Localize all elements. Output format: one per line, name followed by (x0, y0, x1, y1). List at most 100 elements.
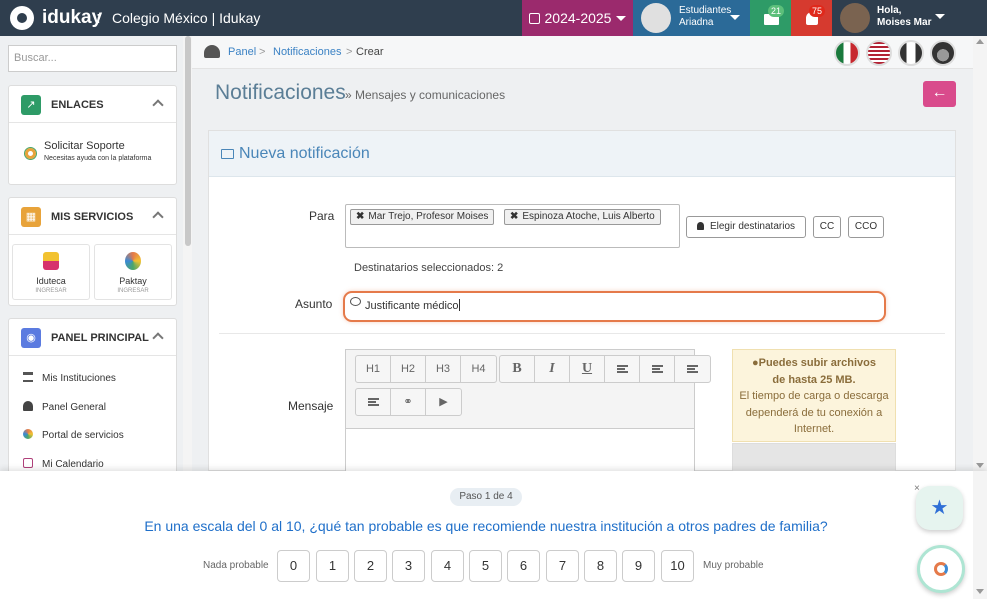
messages-button[interactable]: 21 (750, 0, 791, 36)
portal-icon (23, 429, 33, 439)
language-flag-icon[interactable] (898, 40, 924, 66)
info-text: El tiempo de carga o descarga dependerá … (739, 390, 889, 435)
calendar-icon (528, 12, 540, 24)
message-editor: H1 H2 H3 H4 B I U ⚭ ▶ (345, 349, 711, 473)
italic-button[interactable]: I (535, 356, 570, 382)
grid-icon: ▦ (21, 207, 41, 227)
breadcrumb-panel[interactable]: Panel (228, 46, 256, 58)
subject-input[interactable]: Justificante médico (343, 291, 886, 322)
h4-button[interactable]: H4 (461, 356, 496, 382)
subject-value: Justificante médico (365, 300, 459, 312)
scroll-down-icon[interactable] (976, 463, 984, 468)
subject-label: Asunto (295, 297, 333, 311)
school-name: Colegio México | Idukay (112, 10, 261, 26)
message-textarea[interactable] (346, 428, 694, 473)
align-left-button[interactable] (605, 356, 640, 382)
bold-button[interactable]: B (500, 356, 535, 382)
h3-button[interactable]: H3 (426, 356, 461, 382)
heading-toolbar-group: H1 H2 H3 H4 (355, 355, 497, 383)
video-button[interactable]: ▶ (426, 389, 461, 415)
chevron-down-icon (616, 15, 627, 21)
choose-recipients-button[interactable]: Elegir destinatarios (686, 216, 806, 238)
chevron-up-icon[interactable] (152, 332, 164, 344)
align-left-icon (616, 365, 628, 373)
support-link[interactable]: Solicitar Soporte Necesitas ayuda con la… (9, 134, 176, 168)
score-option-6[interactable]: 6 (507, 550, 540, 582)
h2-button[interactable]: H2 (391, 356, 426, 382)
align-center-icon (651, 365, 663, 373)
usa-flag-icon[interactable] (866, 40, 892, 66)
services-panel: ▦ MIS SERVICIOS Iduteca INGRESAR Paktay … (8, 197, 177, 306)
score-option-2[interactable]: 2 (354, 550, 387, 582)
cco-button[interactable]: CCO (848, 216, 884, 238)
recipients-field[interactable]: ✖ Mar Trejo, Profesor Moises ✖ Espinoza At… (345, 204, 680, 248)
service-iduteca[interactable]: Iduteca INGRESAR (12, 244, 90, 300)
language-globe-icon[interactable] (930, 40, 956, 66)
back-button[interactable]: ← (923, 81, 956, 107)
sidebar-item-mi-calendario[interactable]: Mi Calendario (23, 458, 104, 470)
brand-separator: : (96, 8, 101, 27)
service-name: Paktay (119, 276, 147, 286)
align-center-button[interactable] (640, 356, 675, 382)
service-paktay[interactable]: Paktay INGRESAR (94, 244, 172, 300)
main-panel-header[interactable]: ◉ PANEL PRINCIPAL (9, 319, 176, 356)
scroll-down-icon[interactable] (976, 589, 984, 594)
chevron-up-icon[interactable] (152, 99, 164, 111)
score-option-0[interactable]: 0 (277, 550, 310, 582)
remove-icon[interactable]: ✖ (356, 211, 364, 222)
links-panel-header[interactable]: ↗ ENLACES (9, 86, 176, 123)
favorites-fab-button[interactable]: ★ (916, 486, 963, 530)
scroll-up-icon[interactable] (976, 39, 984, 44)
mexico-flag-icon[interactable] (834, 40, 860, 66)
main-content: Panel > Notificaciones > Crear Notificac… (192, 36, 987, 473)
link-button[interactable]: ⚭ (391, 389, 426, 415)
idukay-logo-icon[interactable] (10, 6, 34, 30)
student-selector[interactable]: Estudiantes Ariadna (633, 0, 750, 36)
score-option-10[interactable]: 10 (661, 550, 694, 582)
service-enter: INGRESAR (35, 288, 67, 294)
breadcrumb-notificaciones[interactable]: Notificaciones (273, 46, 341, 58)
envelope-icon (221, 149, 234, 159)
score-option-7[interactable]: 7 (546, 550, 579, 582)
top-navbar: idukay : Colegio México | Idukay 2024-20… (0, 0, 987, 36)
cc-button[interactable]: CC (813, 216, 841, 238)
assistant-fab-button[interactable] (917, 545, 965, 593)
sidebar-scroll-thumb[interactable] (185, 36, 191, 246)
sidebar-search-input[interactable]: Buscar... (8, 45, 177, 72)
user-menu[interactable]: Hola, Moises Mar (832, 0, 955, 36)
chevron-up-icon[interactable] (152, 211, 164, 223)
remove-icon[interactable]: ✖ (510, 211, 518, 222)
score-option-5[interactable]: 5 (469, 550, 502, 582)
school-year-label: 2024-2025 (544, 10, 612, 26)
underline-button[interactable]: U (570, 356, 605, 382)
score-option-4[interactable]: 4 (431, 550, 464, 582)
sidebar-item-portal-servicios[interactable]: Portal de servicios (23, 429, 124, 441)
h1-button[interactable]: H1 (356, 356, 391, 382)
sidebar: Buscar... ↗ ENLACES Solicitar Soporte Ne… (0, 36, 192, 478)
score-option-9[interactable]: 9 (622, 550, 655, 582)
recipient-chip[interactable]: ✖ Espinoza Atoche, Luis Alberto (504, 209, 661, 225)
survey-scrollbar[interactable] (973, 471, 987, 599)
school-year-dropdown[interactable]: 2024-2025 (522, 0, 633, 36)
main-scrollbar[interactable] (973, 36, 987, 471)
service-enter: INGRESAR (117, 288, 149, 294)
text-cursor (458, 299, 460, 311)
score-option-8[interactable]: 8 (584, 550, 617, 582)
scale-low-label: Nada probable (203, 560, 269, 571)
message-label: Mensaje (288, 399, 334, 413)
insert-toolbar-group: ⚭ ▶ (355, 388, 462, 416)
sidebar-item-panel-general[interactable]: Panel General (23, 401, 106, 413)
student-avatar (641, 3, 671, 33)
notifications-button[interactable]: 75 (791, 0, 832, 36)
align-right-icon (687, 365, 698, 373)
align-right-button[interactable] (675, 356, 710, 382)
upload-dropzone[interactable] (732, 443, 896, 472)
calendar-icon (23, 458, 33, 468)
sidebar-item-mis-instituciones[interactable]: Mis Instituciones (23, 372, 116, 384)
dashboard-icon: ◉ (21, 328, 41, 348)
recipient-chip[interactable]: ✖ Mar Trejo, Profesor Moises (350, 209, 495, 225)
score-option-3[interactable]: 3 (392, 550, 425, 582)
services-panel-header[interactable]: ▦ MIS SERVICIOS (9, 198, 176, 235)
score-option-1[interactable]: 1 (316, 550, 349, 582)
list-button[interactable] (356, 389, 391, 415)
